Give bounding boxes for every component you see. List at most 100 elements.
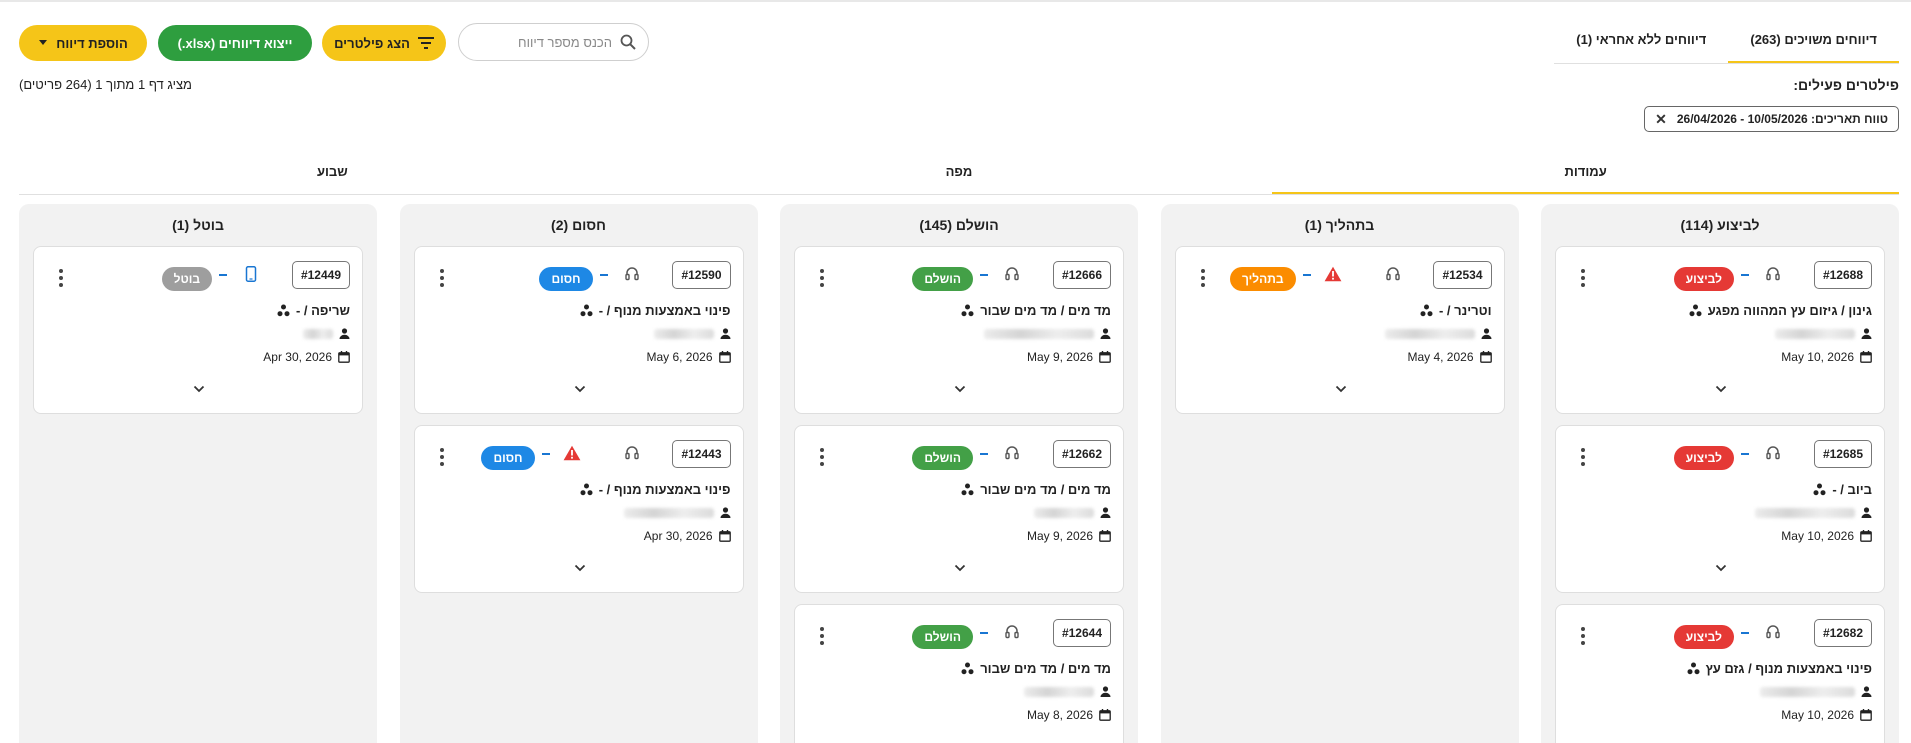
status-badge[interactable]: הושלם bbox=[912, 625, 973, 649]
report-category-label: פינוי באמצעות מנוף / גזם עץ bbox=[1705, 661, 1872, 676]
status-badge[interactable]: חסום bbox=[481, 446, 535, 470]
report-date: May 10, 2026 bbox=[1781, 350, 1872, 364]
report-date-label: May 8, 2026 bbox=[1026, 708, 1093, 722]
chevron-down-icon[interactable] bbox=[193, 385, 205, 393]
status-badge[interactable]: הושלם bbox=[912, 267, 973, 291]
search-icon[interactable] bbox=[620, 34, 636, 50]
tab-map[interactable]: מפה bbox=[646, 156, 1273, 194]
priority-indicator bbox=[541, 453, 550, 455]
show-filters-button[interactable]: הצג פילטרים bbox=[322, 25, 446, 61]
report-category: פינוי באמצעות מנוף / גזם עץ bbox=[1687, 661, 1872, 676]
tab-week[interactable]: שבוע bbox=[19, 156, 646, 194]
status-badge[interactable]: לביצוע bbox=[1673, 625, 1734, 649]
status-badge[interactable]: לביצוע bbox=[1673, 267, 1734, 291]
filter-icon bbox=[417, 37, 434, 49]
more-options-icon[interactable] bbox=[1580, 627, 1586, 645]
calendar-icon bbox=[1860, 709, 1872, 721]
report-card[interactable]: #12443 חסום פינוי באמצעות מנוף / - Apr 30, … bbox=[413, 425, 744, 593]
report-card[interactable]: #12590 חסום פינוי באמצעות מנוף / - May 6, 2… bbox=[413, 246, 744, 414]
report-date: May 9, 2026 bbox=[1027, 350, 1111, 364]
redacted-assignee-name bbox=[653, 328, 714, 339]
headset-icon bbox=[1003, 265, 1021, 283]
chevron-down-icon[interactable] bbox=[574, 385, 586, 393]
column-title: הושלם (145) bbox=[919, 217, 999, 233]
person-icon bbox=[1100, 328, 1111, 339]
redacted-assignee-name bbox=[1760, 686, 1855, 697]
tab-unassigned-reports[interactable]: דיווחים ללא אחראי (1) bbox=[1554, 20, 1728, 63]
report-number-search-input[interactable] bbox=[472, 34, 612, 50]
headset-icon bbox=[1003, 444, 1021, 462]
tab-assigned-reports[interactable]: דיווחים משויכים (263) bbox=[1728, 20, 1899, 63]
report-date: Apr 30, 2026 bbox=[263, 350, 350, 364]
more-options-icon[interactable] bbox=[819, 448, 825, 466]
report-id-badge[interactable]: #12443 bbox=[672, 440, 731, 468]
export-xlsx-button[interactable]: ייצוא דיווחים (xlsx.) bbox=[158, 25, 312, 61]
column-title: חסום (2) bbox=[551, 217, 606, 233]
more-options-icon[interactable] bbox=[1580, 269, 1586, 287]
report-id-badge[interactable]: #12682 bbox=[1813, 619, 1872, 647]
chevron-down-icon[interactable] bbox=[1715, 564, 1727, 572]
report-category: פינוי באמצעות מנוף / - bbox=[580, 482, 731, 497]
chevron-down-icon[interactable] bbox=[1335, 385, 1347, 393]
report-category: שריפה / - bbox=[277, 303, 350, 318]
person-icon bbox=[720, 507, 731, 518]
person-icon bbox=[339, 328, 350, 339]
more-options-icon[interactable] bbox=[1580, 448, 1586, 466]
report-card[interactable]: #12685 לביצוע ביוב / - May 10, 2026 bbox=[1555, 425, 1885, 593]
priority-indicator bbox=[1741, 453, 1749, 455]
add-report-button[interactable]: הוספת דיווח bbox=[19, 25, 147, 61]
report-card[interactable]: #12662 הושלם מד מים / מד מים שבור May 9, 20… bbox=[794, 425, 1124, 593]
status-badge[interactable]: הושלם bbox=[912, 446, 973, 470]
chevron-down-icon[interactable] bbox=[954, 385, 966, 393]
status-badge[interactable]: בתהליך bbox=[1229, 267, 1296, 291]
column-title: בתהליך (1) bbox=[1304, 217, 1375, 233]
priority-indicator bbox=[599, 274, 608, 276]
report-id-badge[interactable]: #12666 bbox=[1052, 261, 1111, 289]
report-date: May 6, 2026 bbox=[646, 350, 731, 364]
assignee-row bbox=[303, 328, 350, 339]
date-range-filter-chip: טווח תאריכים: 10/05/2026 - 26/04/2026 ✕ bbox=[1644, 106, 1899, 132]
chevron-down-icon[interactable] bbox=[574, 564, 586, 572]
report-card[interactable]: #12666 הושלם מד מים / מד מים שבור May 9, 20… bbox=[794, 246, 1124, 414]
report-id-badge[interactable]: #12644 bbox=[1052, 619, 1111, 647]
priority-indicator bbox=[219, 274, 227, 276]
calendar-icon bbox=[1860, 530, 1872, 542]
report-id-badge[interactable]: #12685 bbox=[1813, 440, 1872, 468]
report-id-badge[interactable]: #12449 bbox=[291, 261, 350, 289]
tab-columns[interactable]: עמודות bbox=[1272, 156, 1899, 194]
assignee-row bbox=[984, 328, 1111, 339]
redacted-assignee-name bbox=[303, 328, 333, 339]
report-card[interactable]: #12449 בוטל שריפה / - Apr 30, 2026 bbox=[33, 246, 363, 414]
more-options-icon[interactable] bbox=[819, 627, 825, 645]
report-id-badge[interactable]: #12662 bbox=[1052, 440, 1111, 468]
report-card[interactable]: #12644 הושלם מד מים / מד מים שבור May 8, 20… bbox=[794, 604, 1124, 743]
more-options-icon[interactable] bbox=[439, 448, 445, 466]
report-date-label: May 9, 2026 bbox=[1026, 529, 1093, 543]
status-badge[interactable]: לביצוע bbox=[1673, 446, 1734, 470]
more-options-icon[interactable] bbox=[58, 269, 64, 287]
view-tabs: עמודות מפה שבוע bbox=[19, 156, 1899, 195]
report-id-badge[interactable]: #12534 bbox=[1433, 261, 1492, 289]
report-card[interactable]: #12682 לביצוע פינוי באמצעות מנוף / גזם עץ M… bbox=[1555, 604, 1885, 743]
assignee-row bbox=[1760, 686, 1872, 697]
report-date-label: May 6, 2026 bbox=[646, 350, 713, 364]
status-badge[interactable]: בוטל bbox=[161, 267, 212, 291]
close-icon[interactable]: ✕ bbox=[1655, 111, 1667, 128]
status-badge[interactable]: חסום bbox=[539, 267, 593, 291]
category-icon bbox=[961, 662, 974, 675]
report-id-badge[interactable]: #12590 bbox=[672, 261, 731, 289]
chevron-down-icon[interactable] bbox=[954, 564, 966, 572]
report-card[interactable]: #12688 לביצוע גינון / גיזום עץ המהווה מפגע… bbox=[1555, 246, 1885, 414]
person-icon bbox=[1861, 686, 1872, 697]
assignee-row bbox=[1024, 686, 1111, 697]
report-id-badge[interactable]: #12688 bbox=[1813, 261, 1872, 289]
more-options-icon[interactable] bbox=[819, 269, 825, 287]
headset-icon bbox=[1003, 623, 1021, 641]
chevron-down-icon[interactable] bbox=[1715, 385, 1727, 393]
report-card[interactable]: #12534 בתהליך וטרינר / - May 4, 2026 bbox=[1174, 246, 1505, 414]
more-options-icon[interactable] bbox=[439, 269, 445, 287]
more-options-icon[interactable] bbox=[1200, 269, 1206, 287]
report-category: וטרינר / - bbox=[1420, 303, 1492, 318]
redacted-assignee-name bbox=[1755, 507, 1855, 518]
kanban-column: לביצוע (114) #12688 לביצוע גינון / גיזום עץ… bbox=[1541, 204, 1899, 743]
